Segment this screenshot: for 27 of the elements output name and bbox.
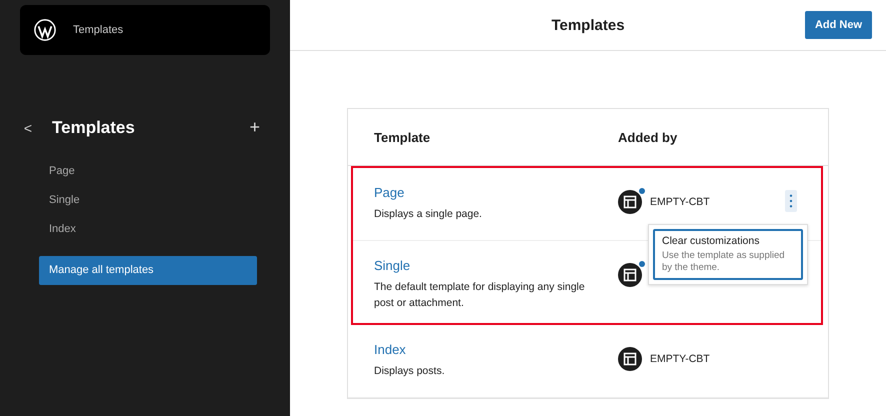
sidebar-title: Templates: [52, 118, 136, 138]
template-description: The default template for displaying any single post or attachment.: [374, 280, 586, 311]
page-title: Templates: [551, 16, 625, 34]
add-template-button[interactable]: +: [249, 117, 260, 138]
site-hub-title: Templates: [73, 24, 124, 36]
layout-icon: [618, 263, 642, 287]
more-actions-button[interactable]: [785, 190, 797, 212]
template-description: Displays posts.: [374, 364, 446, 379]
author-name: EMPTY-CBT: [650, 352, 710, 367]
sidebar-item[interactable]: Index: [39, 215, 257, 244]
template-link[interactable]: Page: [374, 185, 404, 200]
kebab-menu-icon: [789, 194, 793, 208]
wordpress-logo-icon[interactable]: [34, 19, 56, 41]
column-header: Template: [374, 130, 432, 144]
menu-item[interactable]: Clear customizations Use the template as supplied by the theme.: [653, 229, 803, 280]
template-description: Displays a single page.: [374, 207, 483, 222]
author-name: EMPTY-CBT: [650, 195, 710, 210]
column-header: Added by: [618, 130, 678, 144]
back-button[interactable]: <: [18, 120, 38, 136]
template-link[interactable]: Index: [374, 342, 406, 357]
template-link[interactable]: Single: [374, 258, 410, 273]
layout-icon: [618, 190, 642, 214]
add-new-button[interactable]: Add New: [804, 11, 872, 39]
sidebar-item[interactable]: Page: [39, 157, 257, 186]
layout-icon: [618, 347, 642, 371]
sidebar-item[interactable]: Single: [39, 186, 257, 215]
sidebar-item[interactable]: Manage all templates: [39, 256, 257, 285]
